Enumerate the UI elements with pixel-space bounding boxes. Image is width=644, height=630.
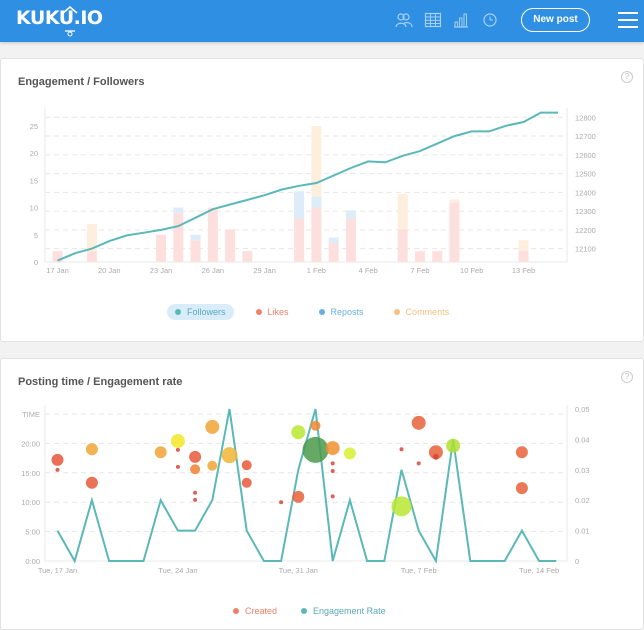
created-post-bubble [190,464,201,475]
created-post-bubble [175,447,180,452]
created-post-bubble [291,425,306,440]
posting-time-chart: 0:00 5:00 10:00 15:00 20:00 TIME 0 0.01 0.02 0.03… [21,405,590,575]
created-post-bubble [310,420,321,431]
created-post-bubble [330,461,335,466]
created-post-bubble [51,453,64,466]
created-post-bubble [432,453,439,460]
created-post-bubble [154,446,167,459]
x-tick-label: Tue, 14 Feb [519,566,559,575]
created-post-bubble [411,415,426,430]
right-tick-label: 0 [575,557,579,566]
legend-item-created[interactable]: Created [225,603,285,619]
created-post-bubble [330,494,335,499]
x-tick-label: Tue, 17 Jan [38,566,77,575]
left-tick-label: 5:00 [25,528,40,537]
created-post-bubble [446,438,461,453]
left-tick-label: 15:00 [21,469,40,478]
created-post-bubble [292,490,305,503]
left-axis-label: TIME [22,410,40,419]
legend-label: Engagement Rate [313,606,386,616]
created-post-bubble [55,467,60,472]
created-post-bubble [325,441,340,456]
created-post-bubble [399,447,404,452]
created-post-bubble [391,496,412,517]
x-tick-label: Tue, 7 Feb [401,566,437,575]
right-tick-label: 0.01 [575,527,590,536]
created-post-bubble [302,436,329,463]
created-post-bubble [416,461,421,466]
left-tick-label: 0:00 [25,557,40,566]
legend-dot-icon [233,608,239,614]
x-tick-label: Tue, 31 Jan [279,566,318,575]
legend-item-engagement-rate[interactable]: Engagement Rate [293,603,394,619]
created-post-bubble [85,476,98,489]
created-post-bubble [515,446,528,459]
created-post-bubble [330,469,335,474]
created-post-bubble [279,500,284,505]
legend-label: Created [245,606,278,616]
right-tick-label: 0.04 [575,435,590,444]
created-post-bubble [207,460,218,471]
chart-legend: Created Engagement Rate [225,603,402,619]
engagement-rate-line [56,408,557,565]
created-post-bubble [241,460,252,471]
left-tick-label: 20:00 [21,439,40,448]
created-post-bubble [193,497,198,502]
created-post-bubble [189,450,202,463]
legend-dot-icon [301,608,308,614]
created-post-bubble [205,419,220,434]
created-post-bubble [85,443,98,456]
created-post-bubble [193,490,198,495]
created-post-bubble [241,477,252,488]
created-post-bubble [343,447,356,460]
created-post-bubble [515,482,528,495]
right-tick-label: 0.02 [575,496,590,505]
right-tick-label: 0.03 [575,466,590,475]
created-post-bubble [170,434,185,449]
left-tick-label: 10:00 [21,498,40,507]
x-tick-label: Tue, 24 Jan [158,566,197,575]
created-post-bubble [221,447,238,464]
right-tick-label: 0.05 [575,405,590,414]
created-post-bubble [175,464,180,469]
